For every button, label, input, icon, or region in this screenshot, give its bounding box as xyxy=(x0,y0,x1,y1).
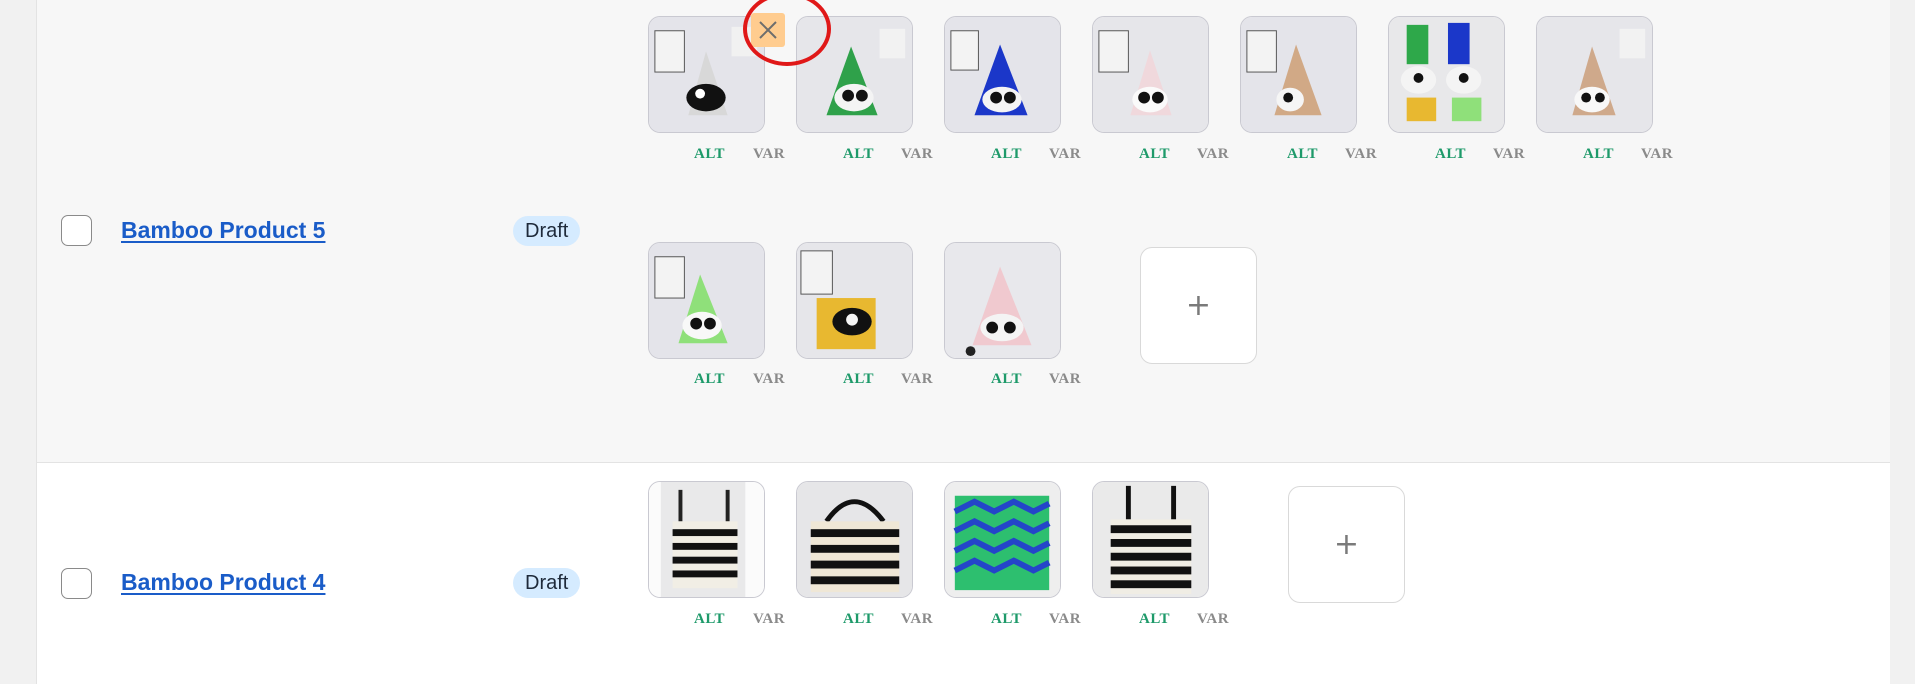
alt-text-link[interactable]: ALT xyxy=(694,146,725,163)
alt-text-link[interactable]: ALT xyxy=(694,371,725,388)
add-image-button[interactable]: + xyxy=(1288,486,1405,603)
alt-text-link[interactable]: ALT xyxy=(843,371,874,388)
variant-link[interactable]: VAR xyxy=(753,146,785,163)
product-image[interactable] xyxy=(796,481,913,598)
status-badge: Draft xyxy=(513,568,581,598)
product-image[interactable] xyxy=(944,242,1061,359)
alt-text-link[interactable]: ALT xyxy=(1287,146,1318,163)
product-image[interactable] xyxy=(796,242,913,359)
product-title-link[interactable]: Bamboo Product 4 xyxy=(121,569,325,596)
alt-text-link[interactable]: ALT xyxy=(991,146,1022,163)
variant-link[interactable]: VAR xyxy=(901,146,933,163)
product-image[interactable] xyxy=(944,481,1061,598)
variant-link[interactable]: VAR xyxy=(1197,146,1229,163)
product-list-panel: Bamboo Product 5 Draft ALT VAR ALT VAR A… xyxy=(36,0,1890,684)
product-image[interactable] xyxy=(1240,16,1357,133)
product-image[interactable] xyxy=(1388,16,1505,133)
variant-link[interactable]: VAR xyxy=(753,371,785,388)
product-row: Bamboo Product 4 Draft + ALT VAR ALT VAR… xyxy=(37,462,1890,684)
alt-text-link[interactable]: ALT xyxy=(1583,146,1614,163)
status-badge: Draft xyxy=(513,216,581,246)
row-select-checkbox[interactable] xyxy=(61,215,92,246)
product-row: Bamboo Product 5 Draft ALT VAR ALT VAR A… xyxy=(37,0,1890,462)
product-image[interactable] xyxy=(1092,16,1209,133)
variant-link[interactable]: VAR xyxy=(1493,146,1525,163)
variant-link[interactable]: VAR xyxy=(753,611,785,628)
variant-link[interactable]: VAR xyxy=(1345,146,1377,163)
alt-text-link[interactable]: ALT xyxy=(991,611,1022,628)
product-image[interactable] xyxy=(944,16,1061,133)
product-image[interactable] xyxy=(648,481,765,598)
row-select-checkbox[interactable] xyxy=(61,568,92,599)
variant-link[interactable]: VAR xyxy=(1049,146,1081,163)
product-image[interactable] xyxy=(1536,16,1653,133)
alt-text-link[interactable]: ALT xyxy=(1139,611,1170,628)
alt-text-link[interactable]: ALT xyxy=(1139,146,1170,163)
variant-link[interactable]: VAR xyxy=(1049,371,1081,388)
alt-text-link[interactable]: ALT xyxy=(991,371,1022,388)
variant-link[interactable]: VAR xyxy=(901,611,933,628)
product-title-link[interactable]: Bamboo Product 5 xyxy=(121,217,325,244)
add-image-button[interactable]: + xyxy=(1140,247,1257,364)
alt-text-link[interactable]: ALT xyxy=(843,146,874,163)
variant-link[interactable]: VAR xyxy=(1197,611,1229,628)
variant-link[interactable]: VAR xyxy=(1049,611,1081,628)
alt-text-link[interactable]: ALT xyxy=(1435,146,1466,163)
product-image[interactable] xyxy=(1092,481,1209,598)
variant-link[interactable]: VAR xyxy=(1641,146,1673,163)
alt-text-link[interactable]: ALT xyxy=(694,611,725,628)
alt-text-link[interactable]: ALT xyxy=(843,611,874,628)
variant-link[interactable]: VAR xyxy=(901,371,933,388)
product-image[interactable] xyxy=(648,242,765,359)
